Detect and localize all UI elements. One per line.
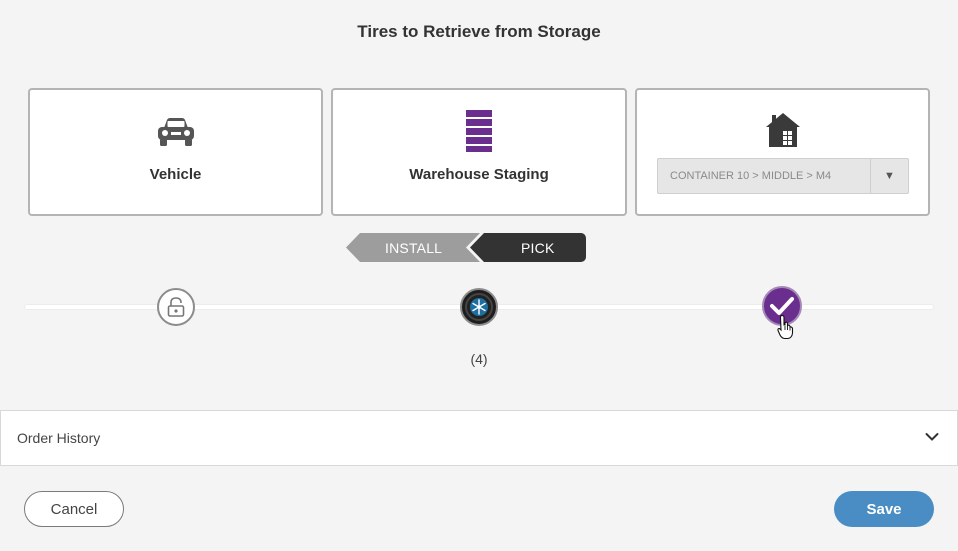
step-tire[interactable] [460,288,498,326]
storage-location-card[interactable]: CONTAINER 10 > MIDDLE > M4 ▼ [635,88,930,216]
vehicle-card[interactable]: Vehicle [28,88,323,216]
vehicle-label: Vehicle [149,166,202,183]
warehouse-staging-label: Warehouse Staging [409,166,549,183]
warehouse-staging-card[interactable]: Warehouse Staging [331,88,627,216]
save-button[interactable]: Save [834,491,934,527]
warehouse-rack-icon [466,110,492,152]
car-icon [157,118,194,146]
tire-count: (4) [470,351,488,367]
dialog-title: Tires to Retrieve from Storage [357,22,601,41]
chevron-down-icon[interactable] [925,432,939,442]
storage-location-select[interactable]: CONTAINER 10 > MIDDLE > M4 ▼ [657,158,909,194]
install-toggle-label: INSTALL [385,240,443,256]
order-history-accordion[interactable]: Order History [0,410,958,466]
install-toggle[interactable]: INSTALL [346,233,480,262]
pick-toggle-label: PICK [521,240,555,256]
storage-location-value: CONTAINER 10 > MIDDLE > M4 [670,170,832,182]
step-unlock[interactable] [157,288,195,326]
tire-snowflake-icon [465,293,493,321]
dropdown-arrow-icon[interactable]: ▼ [870,159,908,193]
hand-cursor-icon [777,314,794,340]
warehouse-building-icon [765,113,800,147]
cancel-button[interactable]: Cancel [24,491,124,527]
pick-toggle[interactable]: PICK [470,233,586,262]
order-history-label: Order History [17,430,101,446]
unlock-icon [167,297,185,317]
checkmark-icon [770,297,794,315]
